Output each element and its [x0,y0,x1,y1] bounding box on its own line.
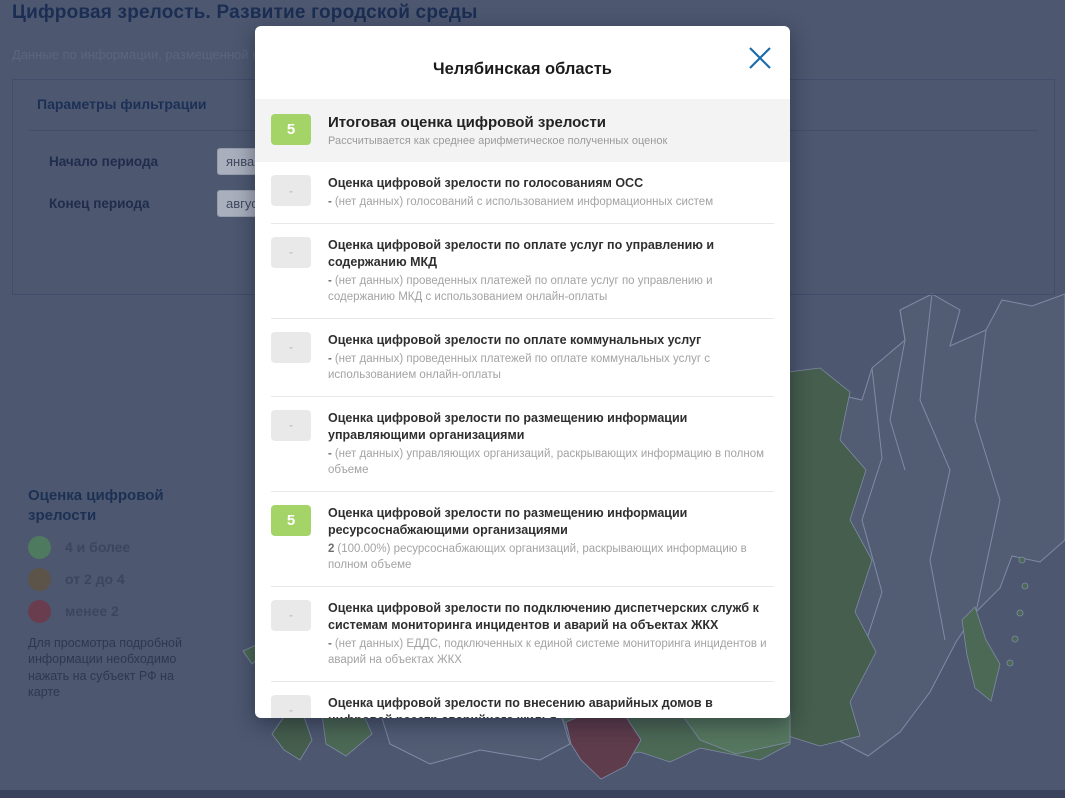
score-row: - Оценка цифровой зрелости по внесению а… [271,682,774,718]
page-subtitle: Данные по информации, размещенной в [12,47,259,62]
score-row: - Оценка цифровой зрелости по размещению… [271,397,774,492]
score-row: - Оценка цифровой зрелости по оплате усл… [271,224,774,319]
score-badge: - [271,695,311,718]
summary-subtitle: Рассчитывается как среднее арифметическо… [328,135,774,147]
score-row-title: Оценка цифровой зрелости по подключению … [328,600,774,634]
legend-item: от 2 до 4 [28,568,206,591]
score-badge: - [271,410,311,441]
legend-item-label: от 2 до 4 [65,571,125,587]
legend-color-dot [28,568,51,591]
map-region-sakhalin[interactable] [962,607,1000,701]
score-row-value: - [328,638,332,650]
map-kuril-island[interactable] [1012,636,1018,642]
legend-color-dot [28,536,51,559]
score-row-title: Оценка цифровой зрелости по размещению и… [328,410,774,444]
legend-item: 4 и более [28,536,206,559]
legend-item-label: 4 и более [65,539,130,555]
score-row-value: - [328,353,332,365]
map-legend: Оценка цифровой зрелости 4 и более от 2 … [28,486,206,701]
legend-item-label: менее 2 [65,603,119,619]
filter-field-label: Конец периода [49,196,217,211]
modal-title: Челябинская область [255,60,790,79]
score-row-title: Оценка цифровой зрелости по оплате услуг… [328,237,774,271]
legend-note: Для просмотра подробной информации необх… [28,635,190,701]
map-region-green[interactable] [272,711,312,760]
score-row-description: -(нет данных) управляющих организаций, р… [328,446,774,478]
score-badge: - [271,600,311,631]
footer-strip [0,790,1065,798]
summary-score-row: 5 Итоговая оценка цифровой зрелости Расс… [255,99,790,162]
score-row-description: -(нет данных) голосований с использовани… [328,194,774,210]
map-region[interactable] [380,712,570,764]
score-row: - Оценка цифровой зрелости по подключени… [271,587,774,682]
score-badge: 5 [271,505,311,536]
summary-score-badge: 5 [271,114,311,145]
score-row-value: - [328,275,332,287]
score-row: - Оценка цифровой зрелости по оплате ком… [271,319,774,397]
map-kuril-island[interactable] [1007,660,1013,666]
score-row-title: Оценка цифровой зрелости по голосованиям… [328,175,774,192]
score-badge: - [271,175,311,206]
score-row-title: Оценка цифровой зрелости по размещению и… [328,505,774,539]
score-row-value: 2 [328,543,334,555]
close-icon[interactable] [744,42,776,74]
score-row: - Оценка цифровой зрелости по голосовани… [271,162,774,224]
score-row: 5 Оценка цифровой зрелости по размещению… [271,492,774,587]
score-row-description: -(нет данных) проведенных платежей по оп… [328,273,774,305]
map-kuril-island[interactable] [1019,557,1025,563]
filter-panel-heading: Параметры фильтрации [37,96,207,112]
score-row-description: -(нет данных) ЕДДС, подключенных к едино… [328,636,774,668]
score-row-description: 2(100.00%) ресурсоснабжающих организаций… [328,541,774,573]
legend-heading: Оценка цифровой зрелости [28,486,178,527]
region-modal: Челябинская область 5 Итоговая оценка ци… [255,26,790,718]
score-row-title: Оценка цифровой зрелости по внесению ава… [328,695,774,718]
map-kuril-island[interactable] [1022,583,1028,589]
score-row-description: -(нет данных) проведенных платежей по оп… [328,351,774,383]
legend-item: менее 2 [28,600,206,623]
filter-field-label: Начало периода [49,154,217,169]
legend-color-dot [28,600,51,623]
score-row-title: Оценка цифровой зрелости по оплате комму… [328,332,774,349]
score-row-value: - [328,448,332,460]
page-title: Цифровая зрелость. Развитие городской ср… [12,2,478,24]
map-kuril-island[interactable] [1017,610,1023,616]
score-badge: - [271,237,311,268]
score-badge: - [271,332,311,363]
score-row-value: - [328,196,332,208]
summary-title: Итоговая оценка цифровой зрелости [328,114,774,131]
